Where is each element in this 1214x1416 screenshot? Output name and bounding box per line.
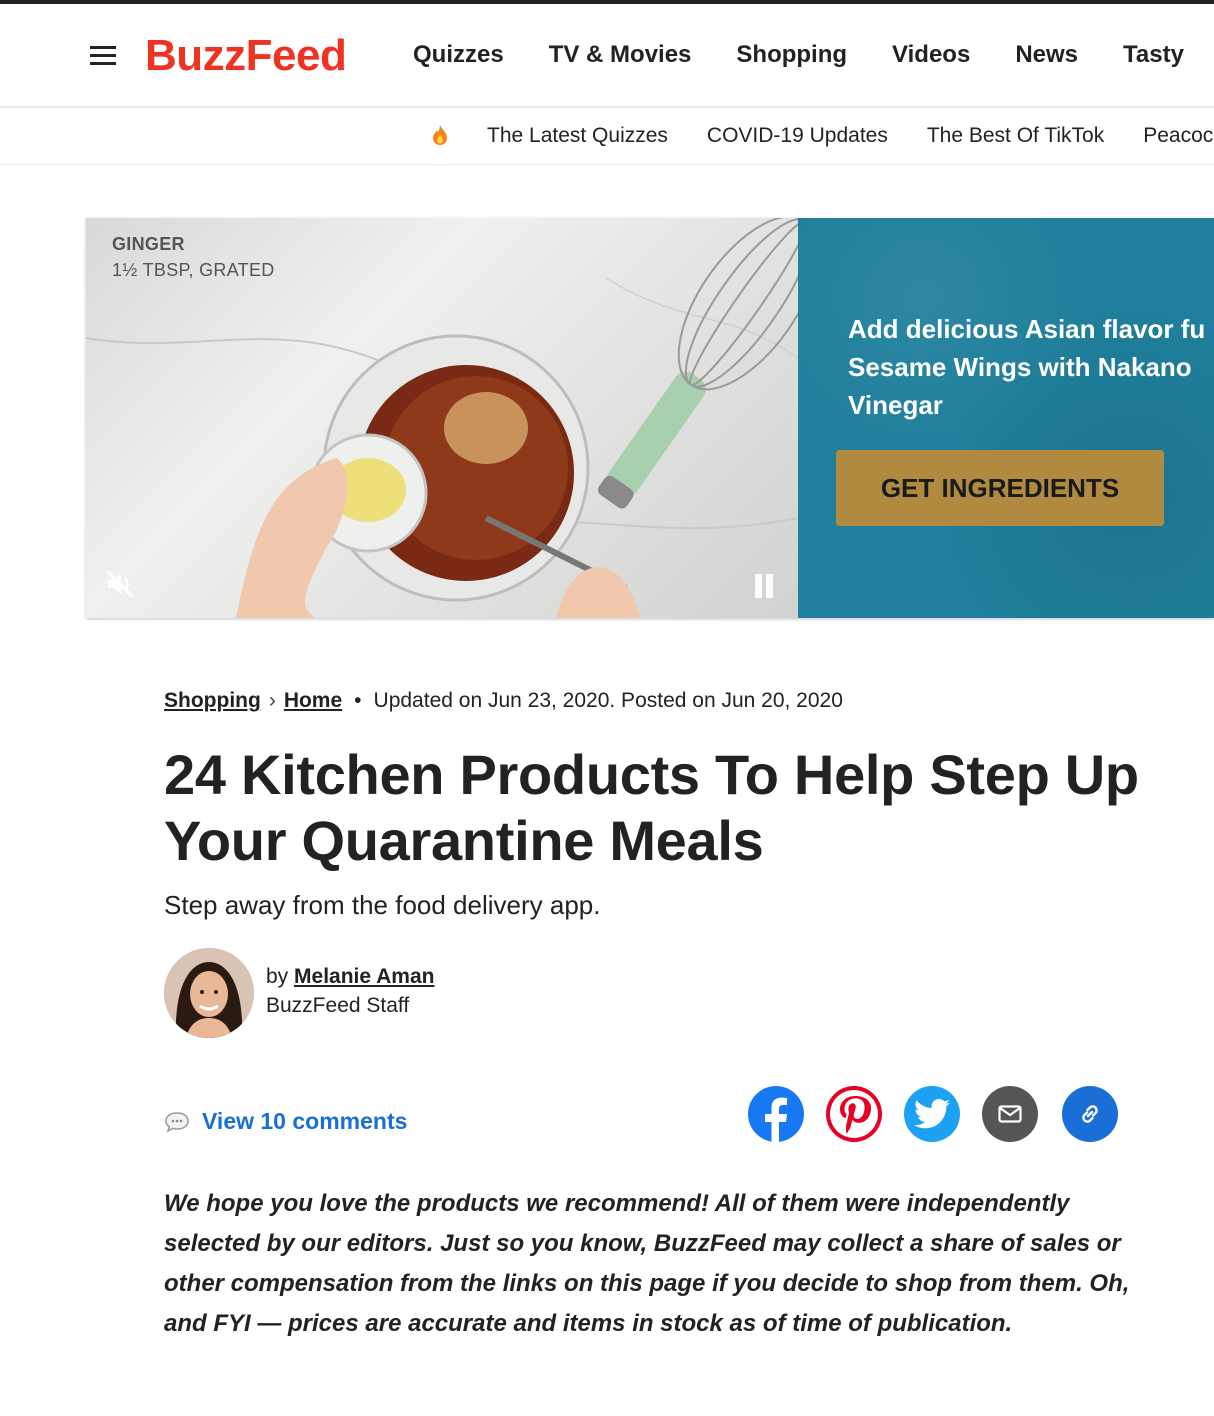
fire-icon	[433, 125, 447, 145]
article-subtitle: Step away from the food delivery app.	[164, 890, 601, 920]
subnav-covid-updates[interactable]: COVID-19 Updates	[707, 122, 888, 150]
article-title: 24 Kitchen Products To Help Step Up Your…	[164, 743, 1139, 872]
share-pinterest-button[interactable]	[826, 1086, 882, 1142]
link-icon	[1082, 1105, 1098, 1123]
share-email-button[interactable]	[982, 1086, 1038, 1142]
speech-bubble-icon	[165, 1111, 189, 1132]
video-ad: GINGER 1½ TBSP, GRATED Add delicious Asi…	[86, 218, 1214, 618]
site-header: BuzzFeed Quizzes TV & Movies Shopping Vi…	[0, 4, 1214, 108]
buzzfeed-logo[interactable]: BuzzFeed	[145, 30, 347, 82]
nav-tv-movies[interactable]: TV & Movies	[549, 40, 692, 70]
author-avatar[interactable]	[164, 948, 254, 1038]
share-facebook-button[interactable]	[748, 1086, 804, 1142]
chevron-right-icon: ›	[268, 689, 276, 712]
comments-label: View 10 comments	[202, 1108, 408, 1134]
ad-video[interactable]: GINGER 1½ TBSP, GRATED	[86, 218, 798, 618]
view-comments-link[interactable]: View 10 comments	[164, 1108, 407, 1135]
nav-videos[interactable]: Videos	[892, 40, 970, 70]
byline-prefix: by	[266, 965, 289, 988]
pinterest-icon	[830, 1090, 878, 1138]
nav-tasty[interactable]: Tasty	[1123, 40, 1184, 70]
pause-icon[interactable]	[754, 574, 776, 598]
menu-icon[interactable]	[90, 46, 116, 66]
affiliate-disclaimer: We hope you love the products we recomme…	[164, 1190, 1130, 1337]
subnav-peacock[interactable]: Peacock	[1143, 122, 1214, 150]
facebook-icon	[765, 1097, 787, 1142]
author-photo	[164, 948, 254, 1038]
breadcrumb-shopping[interactable]: Shopping	[164, 689, 261, 712]
byline: by Melanie Aman	[266, 963, 434, 991]
ad-headline: Add delicious Asian flavor fu Sesame Win…	[848, 314, 1206, 420]
envelope-icon	[998, 1105, 1022, 1123]
ad-panel: Add delicious Asian flavor fu Sesame Win…	[798, 218, 1214, 618]
author-link[interactable]: Melanie Aman	[294, 965, 434, 988]
copy-link-button[interactable]	[1062, 1086, 1118, 1142]
subnav-latest-quizzes[interactable]: The Latest Quizzes	[487, 122, 668, 150]
get-ingredients-button[interactable]: GET INGREDIENTS	[836, 450, 1164, 526]
nav-shopping[interactable]: Shopping	[736, 40, 847, 70]
author-role: BuzzFeed Staff	[266, 994, 410, 1017]
ingredient-label: GINGER	[112, 234, 185, 254]
ingredient-amount: 1½ TBSP, GRATED	[112, 260, 275, 280]
breadcrumb-home[interactable]: Home	[284, 689, 342, 712]
nav-news[interactable]: News	[1015, 40, 1078, 70]
share-twitter-button[interactable]	[904, 1086, 960, 1142]
trending-bar: The Latest Quizzes COVID-19 Updates The …	[0, 108, 1214, 165]
breadcrumb: Shopping › Home • Updated on Jun 23, 2020. P…	[164, 687, 843, 715]
twitter-icon	[914, 1099, 950, 1129]
muted-speaker-icon[interactable]	[104, 568, 136, 600]
bullet-separator: •	[354, 689, 362, 712]
subnav-best-of-tiktok[interactable]: The Best Of TikTok	[927, 122, 1104, 150]
publish-dates: Updated on Jun 23, 2020. Posted on Jun 2…	[373, 689, 843, 712]
nav-quizzes[interactable]: Quizzes	[413, 40, 504, 70]
main-nav: Quizzes TV & Movies Shopping Videos News…	[413, 40, 1214, 70]
